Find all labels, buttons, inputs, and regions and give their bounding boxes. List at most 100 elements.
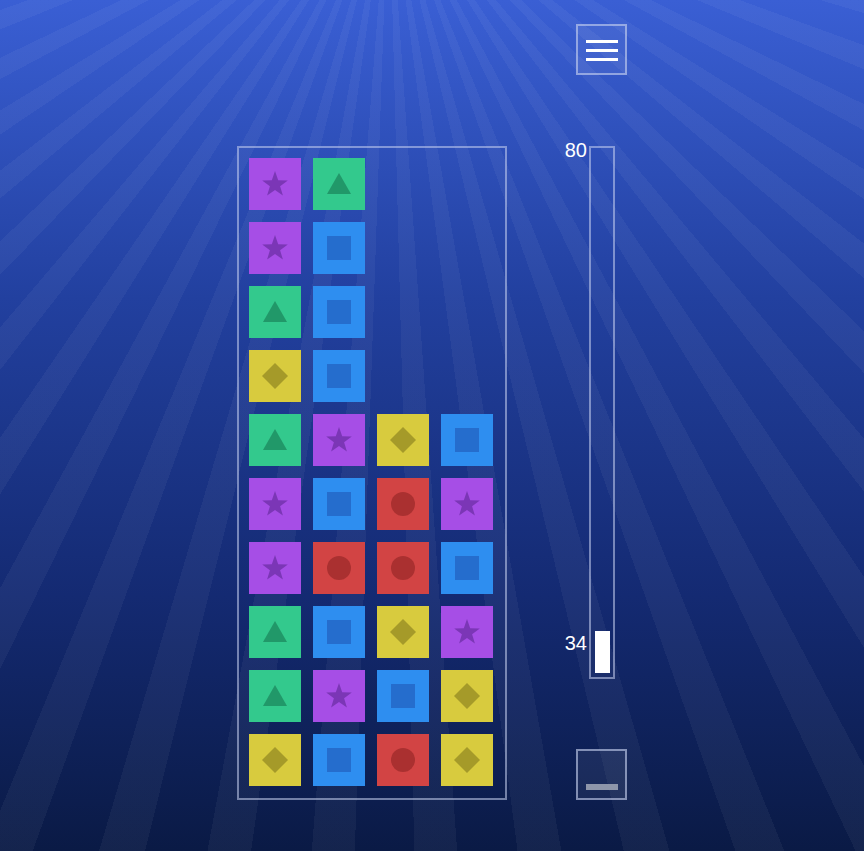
board-slot [313,350,365,402]
tile[interactable] [441,414,493,466]
tile[interactable] [313,478,365,530]
star-icon [441,606,493,658]
meter-max-label: 80 [565,138,587,162]
board-slot [249,286,301,338]
board-slot [249,670,301,722]
tile[interactable] [313,350,365,402]
tile[interactable] [377,414,429,466]
tile[interactable] [313,158,365,210]
board-slot [377,606,429,658]
tile[interactable] [441,734,493,786]
board-slot [377,478,429,530]
board-slot [441,670,493,722]
triangle-icon [249,606,301,658]
diamond-icon [441,670,493,722]
tile[interactable] [249,542,301,594]
board-slot [441,478,493,530]
board-slot [249,350,301,402]
tile[interactable] [313,414,365,466]
board-slot [313,222,365,274]
diamond-icon [249,734,301,786]
minus-icon [585,782,619,792]
triangle-icon [249,670,301,722]
board-slot [377,286,429,338]
board-slot [441,350,493,402]
tile[interactable] [249,670,301,722]
circle-icon [377,734,429,786]
board-slot [313,158,365,210]
tile[interactable] [249,158,301,210]
board-slot [377,350,429,402]
meter-value-label: 34 [565,631,587,655]
board-slot [377,670,429,722]
board-slot [313,414,365,466]
square-icon [313,222,365,274]
board[interactable] [237,146,507,800]
tile[interactable] [313,734,365,786]
tile[interactable] [249,414,301,466]
square-icon [313,350,365,402]
tile[interactable] [377,542,429,594]
board-slot [377,158,429,210]
tile[interactable] [377,478,429,530]
star-icon [249,542,301,594]
game-screen: 80 34 [0,0,864,851]
tile[interactable] [249,478,301,530]
board-slot [441,222,493,274]
board-slot [441,414,493,466]
drop-button[interactable] [576,749,627,800]
circle-icon [313,542,365,594]
board-slot [377,414,429,466]
tile[interactable] [441,478,493,530]
board-slot [249,478,301,530]
tile[interactable] [441,606,493,658]
tile[interactable] [313,606,365,658]
tile[interactable] [249,222,301,274]
tile[interactable] [249,734,301,786]
square-icon [313,606,365,658]
tile[interactable] [313,222,365,274]
menu-icon [585,37,619,63]
board-slot [377,734,429,786]
board-slot [377,542,429,594]
star-icon [249,158,301,210]
triangle-icon [249,286,301,338]
board-slot [313,478,365,530]
tile[interactable] [249,606,301,658]
tile[interactable] [313,286,365,338]
board-slot [249,734,301,786]
board-slot [249,414,301,466]
circle-icon [377,542,429,594]
board-slot [441,606,493,658]
side-panel: 8034 [576,146,627,800]
board-slot [313,670,365,722]
square-icon [441,542,493,594]
triangle-icon [249,414,301,466]
star-icon [313,414,365,466]
tile[interactable] [377,670,429,722]
meter-fill [595,631,610,673]
tile[interactable] [441,670,493,722]
board-slot [249,606,301,658]
board-slot [441,542,493,594]
menu-button[interactable] [576,24,627,75]
tile[interactable] [377,734,429,786]
diamond-icon [441,734,493,786]
board-slot [441,734,493,786]
diamond-icon [377,606,429,658]
board-slot [249,222,301,274]
star-icon [249,478,301,530]
tile[interactable] [249,350,301,402]
tile[interactable] [377,606,429,658]
circle-icon [377,478,429,530]
tile[interactable] [313,542,365,594]
square-icon [313,734,365,786]
diamond-icon [249,350,301,402]
square-icon [377,670,429,722]
star-icon [313,670,365,722]
tile[interactable] [441,542,493,594]
board-slot [249,158,301,210]
tile[interactable] [313,670,365,722]
tile[interactable] [249,286,301,338]
square-icon [313,286,365,338]
